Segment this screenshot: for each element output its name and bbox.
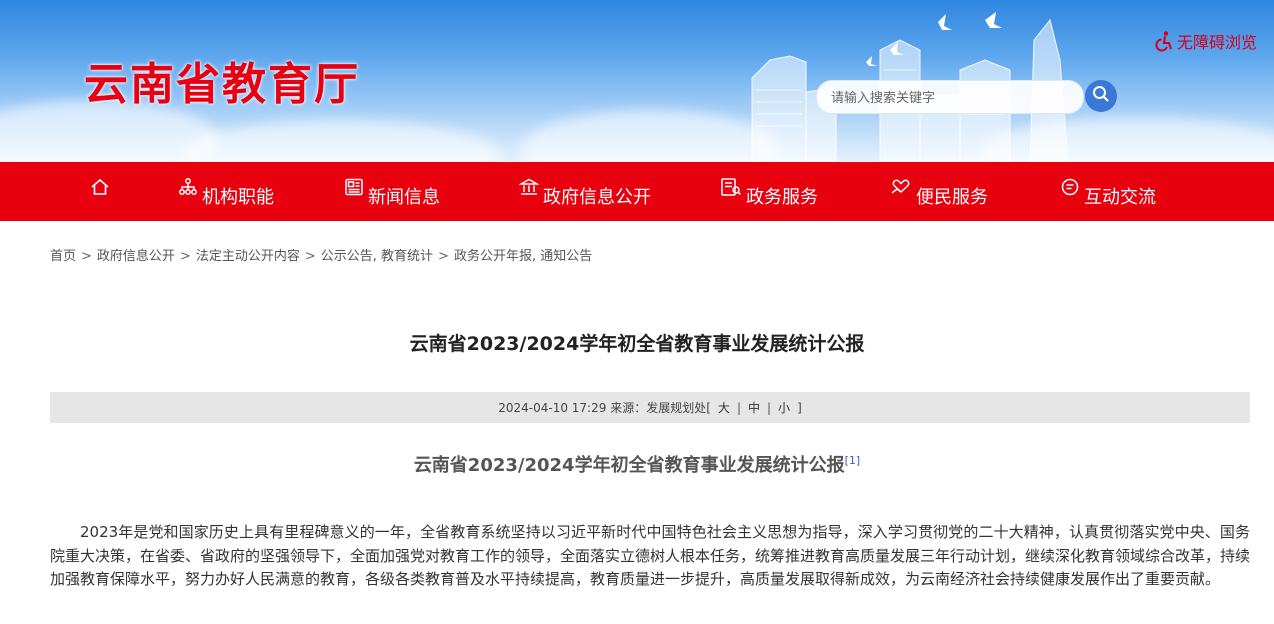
breadcrumb: 首页 > 政府信息公开 > 法定主动公开内容 > 公示公告, 教育统计 > 政务公开年报, 通知…	[50, 245, 592, 264]
font-size-small-button[interactable]: 小	[778, 399, 790, 416]
search-button[interactable]	[1085, 80, 1117, 112]
service-document-icon	[720, 177, 742, 197]
source-label: 来源：	[610, 401, 647, 415]
footnote-reference[interactable]: [1]	[845, 454, 861, 467]
font-size-bracket-open: [	[706, 400, 711, 415]
nav-label-interaction: 互动交流	[1084, 186, 1156, 208]
breadcrumb-item-statutory-content[interactable]: 法定主动公开内容	[196, 249, 300, 264]
accessibility-label: 无障碍浏览	[1177, 33, 1258, 52]
nav-item-news[interactable]: 新闻信息	[344, 162, 440, 221]
breadcrumb-item-announcements-statistics[interactable]: 公示公告, 教育统计	[321, 249, 433, 264]
breadcrumb-item-home[interactable]: 首页	[50, 249, 76, 264]
source-value: 发展规划处	[646, 401, 707, 415]
nav-item-organization[interactable]: 机构职能	[178, 162, 274, 221]
breadcrumb-separator: >	[179, 249, 191, 264]
nav-item-public-services[interactable]: 便民服务	[890, 162, 988, 221]
nav-label-public-services: 便民服务	[916, 186, 988, 208]
publish-datetime: 2024-04-10 17:29	[498, 400, 607, 415]
breadcrumb-item-gov-info[interactable]: 政府信息公开	[97, 249, 175, 264]
main-nav: 机构职能 新闻信息 政府信息公开 政务服务 便民服务 互动交流	[0, 162, 1274, 221]
search-icon	[1092, 85, 1110, 107]
font-size-divider: |	[767, 400, 772, 415]
nav-item-home[interactable]	[90, 162, 114, 221]
breadcrumb-item-annual-report-notices[interactable]: 政务公开年报, 通知公告	[454, 249, 592, 264]
font-size-divider: |	[736, 400, 741, 415]
article-subtitle-text: 云南省2023/2024学年初全省教育事业发展统计公报	[413, 455, 845, 476]
nav-label-organization: 机构职能	[202, 186, 274, 208]
home-icon	[90, 177, 110, 197]
nav-label-gov-info: 政府信息公开	[543, 186, 651, 208]
wheelchair-icon	[1152, 30, 1174, 52]
search-box	[816, 80, 1084, 114]
accessibility-link[interactable]: 无障碍浏览	[1152, 29, 1257, 53]
nav-item-interaction[interactable]: 互动交流	[1060, 162, 1156, 221]
article-body-paragraph: 2023年是党和国家历史上具有里程碑意义的一年，全省教育系统坚持以习近平新时代中…	[50, 523, 1251, 588]
article-meta-bar: 2024-04-10 17:29 来源： 发展规划处 [ 大 | 中 | 小 ]	[50, 392, 1250, 423]
nav-item-gov-info[interactable]: 政府信息公开	[519, 162, 651, 221]
site-title-logo[interactable]: 云南省教育厅	[84, 48, 360, 112]
news-icon	[344, 177, 364, 197]
breadcrumb-separator: >	[304, 249, 316, 264]
chat-icon	[1060, 177, 1080, 197]
font-size-medium-button[interactable]: 中	[748, 399, 760, 416]
nav-label-gov-services: 政务服务	[746, 186, 818, 208]
search-input[interactable]	[829, 86, 1073, 110]
page: 云南省教育厅 无障碍浏览 请输入搜索关键字 机构职能 新闻信息 政府信息公开 政…	[0, 0, 1274, 624]
government-building-icon	[519, 177, 539, 197]
heart-hand-icon	[890, 177, 912, 197]
header-banner: 云南省教育厅 无障碍浏览	[0, 0, 1274, 162]
breadcrumb-separator: >	[81, 249, 92, 264]
font-size-large-button[interactable]: 大	[718, 399, 730, 416]
font-size-bracket-close: ]	[797, 400, 802, 415]
breadcrumb-separator: >	[438, 249, 449, 264]
nav-label-news: 新闻信息	[368, 186, 440, 208]
article-title: 云南省2023/2024学年初全省教育事业发展统计公报	[409, 333, 865, 355]
org-chart-icon	[178, 177, 198, 197]
nav-item-gov-services[interactable]: 政务服务	[720, 162, 818, 221]
article-subtitle: 云南省2023/2024学年初全省教育事业发展统计公报[1]	[0, 451, 1274, 477]
